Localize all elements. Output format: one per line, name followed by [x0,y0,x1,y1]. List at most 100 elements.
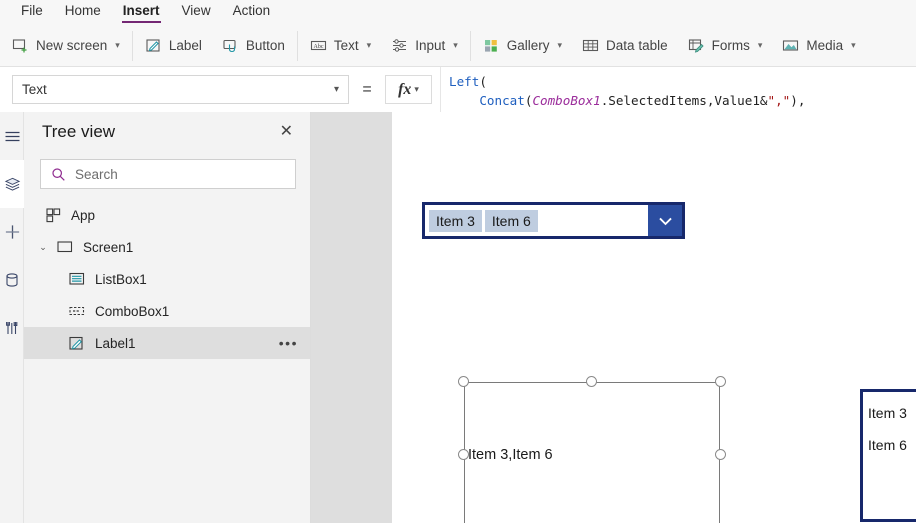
button-icon [222,37,239,54]
menu-item-label: View [181,3,211,18]
formula-token: ), [790,93,806,108]
ribbon-item-label: Button [245,38,285,53]
tree-node-label: ListBox1 [95,271,147,287]
tree-node-screen1[interactable]: ⌄ Screen1 [24,231,310,263]
canvas-label1-text: Item 3,Item 6 [468,447,553,463]
ribbon-item-label: Forms [711,38,750,53]
menu-item-home[interactable]: Home [54,0,112,23]
chevron-down-icon: ▾ [366,40,372,50]
app-icon [42,207,64,223]
tree-node-label: Screen1 [83,239,134,255]
gallery-icon [483,37,500,54]
close-icon[interactable]: ✕ [277,121,296,143]
tree-node-combobox1[interactable]: ComboBox1 [24,295,310,327]
canvas-listbox1[interactable]: Item 3 Item 6 [860,389,916,522]
hamburger-menu-icon [4,128,21,145]
formula-token: .SelectedItems,Value1& [600,93,768,108]
menu-item-label: Insert [122,3,160,18]
property-selector-dropdown[interactable]: Text ▾ [12,75,349,104]
chevron-down-icon: ▾ [414,84,419,94]
menu-item-view[interactable]: View [171,0,222,23]
input-icon [391,37,408,54]
menu-item-file[interactable]: File [10,0,54,23]
combobox-chip[interactable]: Item 3 [429,209,482,232]
ribbon-gallery-button[interactable]: Gallery ▾ [473,31,572,61]
tree-view-node-list: App ⌄ Screen1 ListBox1 ComboBox1 Label1 … [24,199,310,359]
tree-view-title: Tree view [42,122,116,141]
formula-token: ( [479,74,487,89]
toolbar-divider [296,30,298,61]
ribbon-button-button[interactable]: Button [212,31,295,61]
toolbar-divider [469,30,471,61]
label-icon [145,37,162,54]
data-cylinder-icon [4,272,21,289]
formula-token: "," [767,93,791,108]
insert-button[interactable] [0,208,24,256]
ribbon-input-button[interactable]: Input ▾ [381,31,468,61]
chevron-down-icon [657,212,674,229]
ribbon-forms-button[interactable]: Forms ▾ [678,31,773,61]
menu-item-label: Home [64,3,101,18]
resize-handle-middle-left[interactable] [458,449,469,460]
formula-token: ComboBox1 [532,93,601,108]
resize-handle-top-left[interactable] [458,376,469,387]
tree-view-search-wrap [24,152,310,199]
insert-ribbon-toolbar: New screen ▾ Label Button Abc Text ▾ Inp… [0,25,916,67]
listbox-icon [66,272,88,286]
search-input[interactable] [75,166,286,182]
combobox-selected-chips: Item 3 Item 6 [425,205,648,236]
search-box[interactable] [40,159,296,189]
advanced-tools-icon [4,320,21,337]
combobox-chip[interactable]: Item 6 [484,209,538,232]
formula-token: Left [449,74,480,89]
ribbon-item-label: New screen [36,38,108,53]
canvas-gutter [311,112,392,523]
combobox-dropdown-button[interactable] [648,205,682,236]
chevron-down-icon: ▾ [851,40,856,50]
tree-node-listbox1[interactable]: ListBox1 [24,263,310,295]
media-icon [782,37,799,54]
new-screen-icon [12,37,29,54]
chevron-down-icon: ▾ [557,40,563,50]
tree-node-label1[interactable]: Label1 ••• [24,327,310,359]
text-icon: Abc [310,37,327,54]
tree-view-layers-icon [4,176,21,193]
formula-token [449,93,479,108]
ribbon-item-label: Media [806,38,844,53]
toolbar-divider [131,30,133,61]
listbox-item[interactable]: Item 6 [868,434,916,466]
data-sources-button[interactable] [0,256,24,304]
menu-item-insert[interactable]: Insert [112,0,171,23]
label-pencil-icon [66,336,88,351]
listbox-item[interactable]: Item 3 [868,402,916,434]
ribbon-media-button[interactable]: Media ▾ [772,31,865,61]
chevron-down-icon[interactable]: ⌄ [32,242,54,253]
fx-function-button[interactable]: fx ▾ [385,75,432,104]
ribbon-item-label: Input [415,38,446,53]
property-selector-value: Text [22,82,47,97]
advanced-tools-button[interactable] [0,304,24,352]
ribbon-new-screen-button[interactable]: New screen ▾ [0,31,130,61]
resize-handle-top-center[interactable] [586,376,597,387]
canvas-combobox1[interactable]: Item 3 Item 6 [422,202,685,239]
menu-item-action[interactable]: Action [222,0,282,23]
resize-handle-middle-right[interactable] [715,449,726,460]
tree-node-app[interactable]: App [24,199,310,231]
ribbon-text-button[interactable]: Abc Text ▾ [300,31,381,61]
search-icon [50,166,67,183]
hamburger-menu-button[interactable] [0,112,24,160]
fx-label: fx [398,80,412,98]
chevron-down-icon: ▾ [115,40,120,50]
tree-node-more-options-icon[interactable]: ••• [279,335,298,351]
tree-view-header: Tree view ✕ [24,112,310,152]
resize-handle-top-right[interactable] [715,376,726,387]
ribbon-label-button[interactable]: Label [135,31,212,61]
chevron-down-icon: ▾ [453,40,458,50]
tree-node-label: App [71,207,96,223]
canvas-label1-selection[interactable]: Item 3,Item 6 [458,376,726,523]
app-canvas[interactable]: Item 3 Item 6 Item 3,Item 6 Item 3 Item … [392,112,916,523]
ribbon-data-table-button[interactable]: Data table [572,31,678,61]
equals-sign: = [362,80,372,98]
property-formula-bar: Text ▾ = fx ▾ [0,67,440,112]
tree-view-button[interactable] [0,160,24,208]
